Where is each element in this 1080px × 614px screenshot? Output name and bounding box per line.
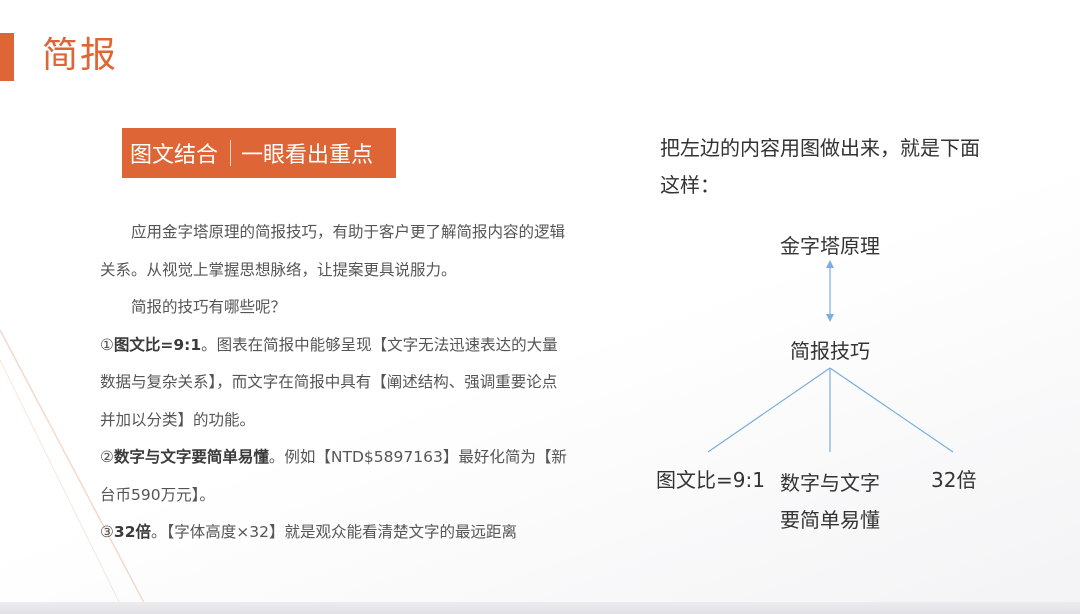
leaf-node-1: 图文比=9:1 (656, 468, 765, 492)
bottom-bar (0, 602, 1080, 614)
arrow-down-head (826, 314, 834, 322)
leaf-node-3: 32倍 (931, 468, 977, 492)
node-pyramid-principle: 金字塔原理 (780, 234, 880, 258)
branch-right (829, 367, 954, 453)
branch-left (707, 367, 831, 453)
arrow-up-head (826, 260, 834, 268)
pyramid-diagram (707, 260, 954, 453)
node-presentation-tips: 简报技巧 (790, 339, 870, 363)
leaf-node-2: 数字与文字要简单易懂 (780, 471, 880, 532)
